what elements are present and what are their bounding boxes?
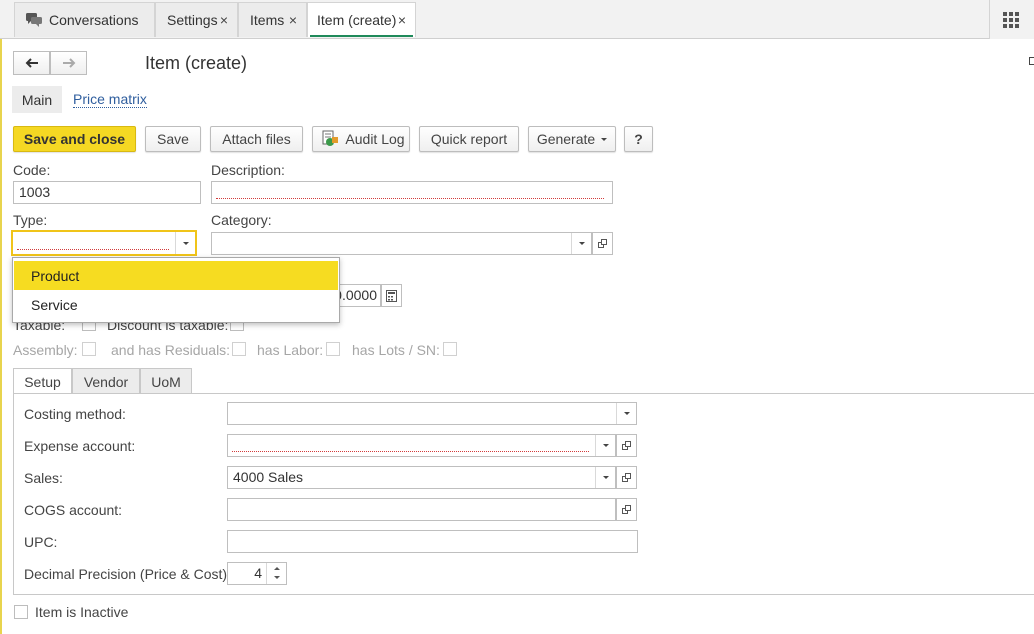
has-lots-label: has Lots / SN: — [352, 342, 440, 358]
description-label: Description: — [211, 162, 285, 178]
more-icon[interactable] — [1029, 57, 1034, 65]
open-window-icon — [621, 441, 632, 450]
close-icon[interactable]: × — [220, 12, 228, 28]
arrow-left-icon — [25, 58, 38, 68]
inactive-checkbox[interactable] — [14, 605, 28, 619]
chevron-down-icon[interactable] — [175, 232, 195, 254]
save-button[interactable]: Save — [145, 126, 201, 152]
decimal-precision-value: 4 — [254, 565, 262, 581]
cogs-account-label: COGS account: — [24, 502, 123, 518]
upc-label: UPC: — [24, 534, 58, 550]
chevron-down-icon[interactable] — [595, 435, 615, 456]
generate-label: Generate — [536, 131, 596, 147]
decimal-precision-field[interactable]: 4 — [227, 562, 287, 585]
type-select[interactable] — [11, 230, 197, 256]
chevron-down-icon[interactable] — [571, 233, 591, 254]
open-window-icon — [597, 239, 608, 248]
has-lots-checkbox[interactable] — [443, 342, 457, 356]
audit-log-button[interactable]: Audit Log — [312, 126, 410, 152]
sales-account-open-button[interactable] — [616, 466, 637, 489]
decimal-precision-label: Decimal Precision (Price & Cost): — [24, 566, 231, 582]
sales-account-value: 4000 Sales — [233, 469, 304, 485]
page-title: Item (create) — [145, 53, 248, 73]
type-label: Type: — [13, 212, 48, 228]
open-window-icon — [621, 473, 632, 482]
chat-bubbles-icon — [26, 13, 42, 27]
sales-account-select[interactable]: 4000 Sales — [227, 466, 616, 489]
costing-method-select[interactable] — [227, 402, 637, 425]
active-tab-indicator — [310, 35, 413, 37]
cogs-account-open-button[interactable] — [616, 498, 637, 521]
has-residuals-label: and has Residuals: — [111, 342, 231, 358]
sales-label: Sales: — [24, 470, 63, 486]
setup-panel: Costing method: Expense account: Sales: … — [13, 393, 1034, 595]
tab-item-create[interactable]: Item (create) × — [307, 2, 416, 37]
code-field[interactable]: 1003 — [13, 181, 201, 204]
has-labor-checkbox[interactable] — [326, 342, 340, 356]
stepper-icon[interactable] — [266, 563, 286, 584]
expense-account-select[interactable] — [227, 434, 616, 457]
forward-button[interactable] — [50, 51, 87, 75]
chevron-down-icon[interactable] — [595, 467, 615, 488]
has-residuals-checkbox[interactable] — [232, 342, 246, 356]
quick-report-button[interactable]: Quick report — [419, 126, 519, 152]
tab-settings[interactable]: Settings × — [155, 2, 238, 37]
tab-label: Settings — [167, 12, 218, 28]
type-option-product[interactable]: Product — [14, 261, 338, 290]
type-dropdown-list: Product Service — [12, 257, 340, 323]
attach-files-button[interactable]: Attach files — [210, 126, 303, 152]
chevron-down-icon[interactable] — [616, 403, 636, 424]
subnav-price-matrix[interactable]: Price matrix — [73, 91, 147, 108]
required-indicator — [17, 249, 169, 250]
help-button[interactable]: ? — [624, 126, 653, 152]
category-open-button[interactable] — [592, 232, 613, 255]
cogs-account-field[interactable] — [227, 498, 616, 521]
code-label: Code: — [13, 162, 51, 178]
assembly-checkbox[interactable] — [82, 342, 96, 356]
chevron-down-icon — [601, 137, 608, 141]
tab-label: Conversations — [49, 12, 139, 28]
tab-label: Item (create) — [317, 12, 397, 28]
audit-log-label: Audit Log — [345, 131, 405, 147]
open-window-icon — [621, 505, 632, 514]
required-indicator — [232, 451, 589, 452]
category-select[interactable] — [211, 232, 592, 255]
description-field[interactable] — [211, 181, 613, 204]
close-icon[interactable]: × — [398, 12, 406, 28]
required-indicator — [216, 198, 604, 199]
inactive-label: Item is Inactive — [35, 604, 129, 620]
tab-uom[interactable]: UoM — [140, 368, 192, 394]
apps-menu-button[interactable] — [989, 0, 1034, 39]
expense-account-label: Expense account: — [24, 438, 136, 454]
arrow-right-icon — [62, 58, 75, 68]
upc-field[interactable] — [227, 530, 638, 553]
left-accent-bar — [0, 39, 2, 634]
calculator-button[interactable] — [381, 284, 402, 307]
tab-conversations[interactable]: Conversations — [14, 2, 155, 37]
close-icon[interactable]: × — [289, 12, 297, 28]
tab-label: Items — [250, 12, 285, 28]
category-label: Category: — [211, 212, 272, 228]
assembly-label: Assembly: — [13, 342, 78, 358]
window-tab-bar: Conversations Settings × Items × Item (c… — [0, 0, 1034, 39]
costing-method-label: Costing method: — [24, 406, 126, 422]
save-and-close-button[interactable]: Save and close — [13, 126, 136, 152]
type-option-service[interactable]: Service — [14, 290, 338, 319]
calculator-icon — [386, 289, 397, 302]
back-button[interactable] — [13, 51, 50, 75]
grid-icon — [1003, 12, 1019, 28]
has-labor-label: has Labor: — [257, 342, 324, 358]
tab-setup[interactable]: Setup — [13, 368, 72, 395]
tab-items[interactable]: Items × — [238, 2, 307, 37]
tab-vendor[interactable]: Vendor — [72, 368, 140, 394]
expense-account-open-button[interactable] — [616, 434, 637, 457]
generate-button[interactable]: Generate — [528, 126, 616, 152]
subnav-main[interactable]: Main — [12, 86, 62, 113]
audit-log-icon — [322, 130, 339, 146]
